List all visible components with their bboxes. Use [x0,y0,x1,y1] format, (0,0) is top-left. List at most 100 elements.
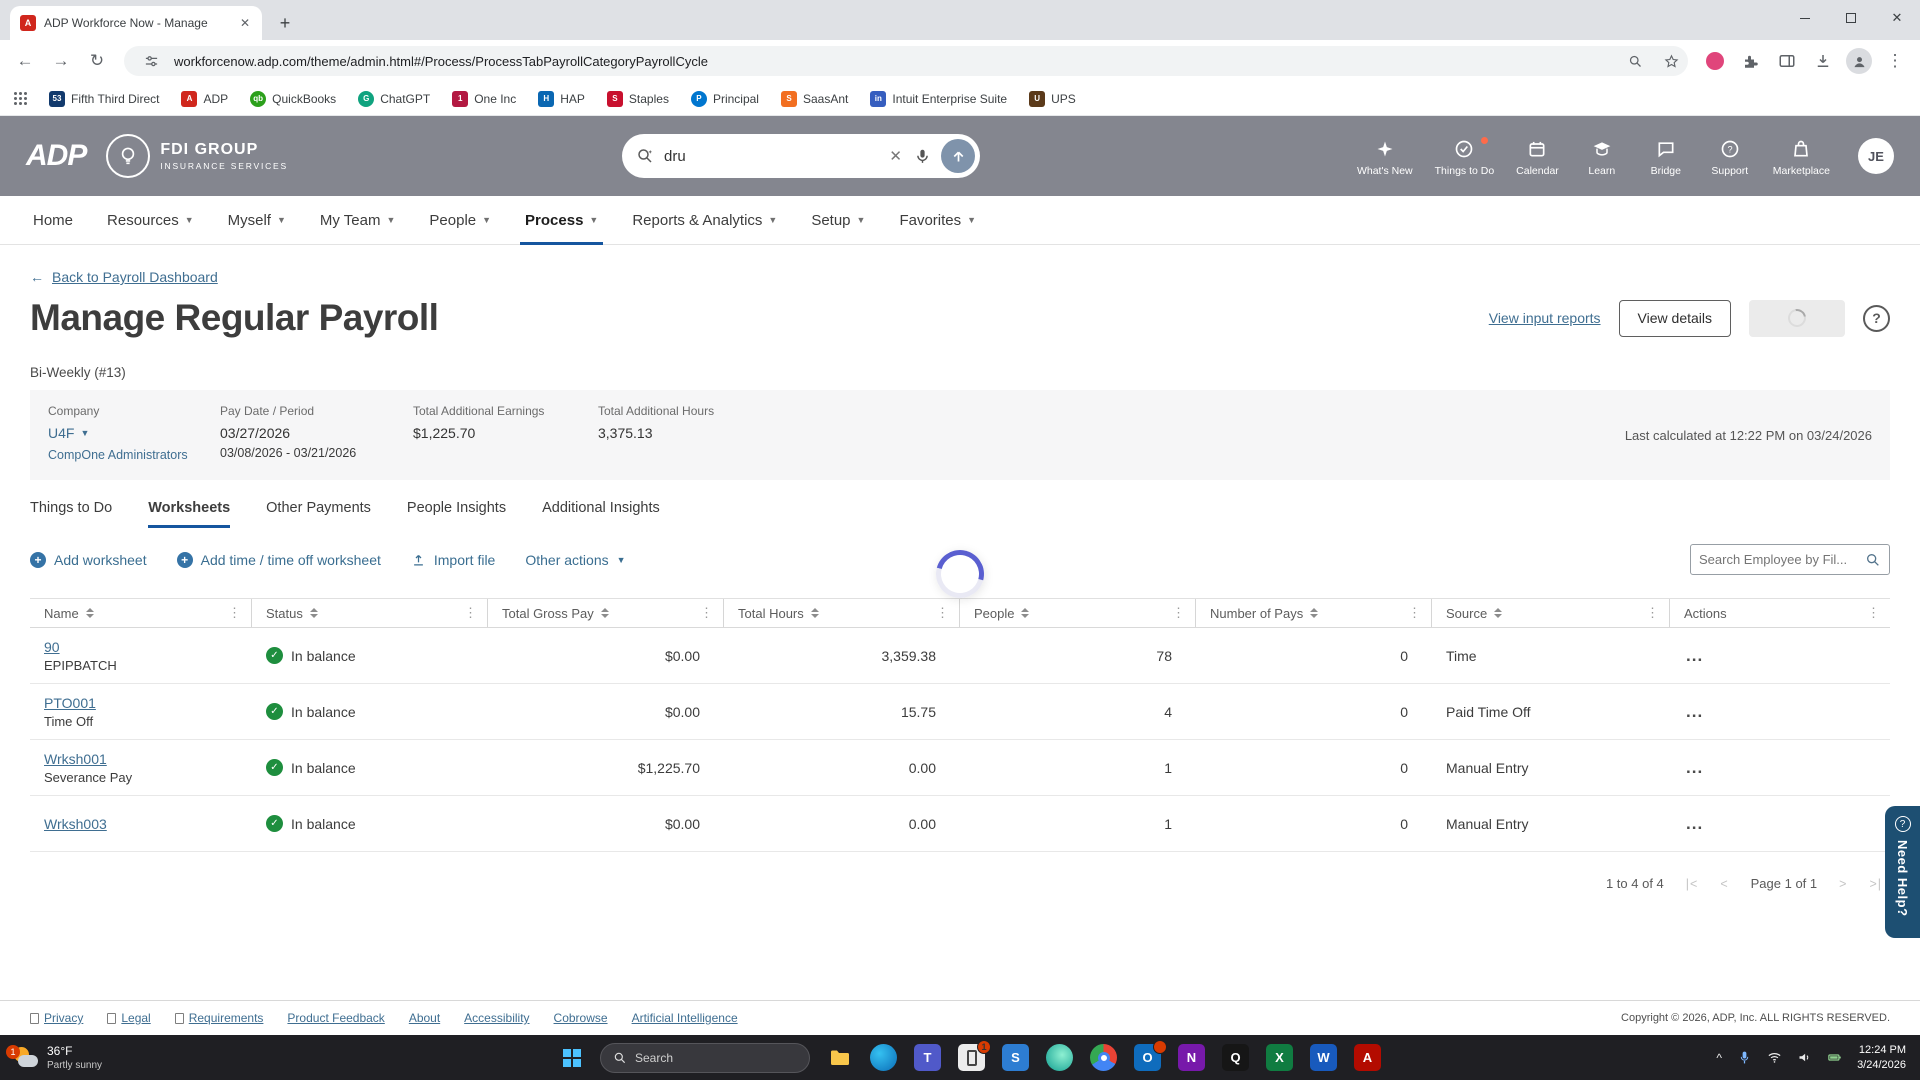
maximize-button[interactable] [1828,0,1874,36]
clear-search-icon[interactable]: ✕ [887,147,904,165]
column-menu-icon[interactable]: ⋮ [1857,605,1890,621]
side-panel-icon[interactable] [1770,44,1804,78]
add-time-worksheet-button[interactable]: + Add time / time off worksheet [176,552,381,568]
tab-other-payments[interactable]: Other Payments [266,500,371,528]
column-menu-icon[interactable]: ⋮ [1636,605,1669,621]
tab-things-to-do[interactable]: Things to Do [30,500,112,528]
nav-people[interactable]: People ▼ [412,196,508,244]
whats-new-button[interactable]: What's New [1357,136,1413,177]
footer-link-legal[interactable]: Legal [107,1011,151,1025]
sort-icon[interactable] [600,608,609,618]
worksheet-link[interactable]: PTO001 [44,695,96,711]
bookmark-fifth-third[interactable]: 53 Fifth Third Direct [49,90,159,107]
sort-icon[interactable] [810,608,819,618]
first-page-icon[interactable]: |< [1686,877,1699,891]
sort-icon[interactable] [1494,608,1503,618]
lens-icon[interactable] [1622,48,1648,74]
bookmark-chatgpt[interactable]: G ChatGPT [358,90,430,107]
column-header-total-gross-pay[interactable]: Total Gross Pay ⋮ [488,599,724,627]
tab-close-icon[interactable]: ✕ [238,14,252,32]
company-select[interactable]: U4F ▼ [48,425,220,441]
nav-my-team[interactable]: My Team ▼ [303,196,413,244]
taskbar-app-chrome[interactable] [1090,1044,1117,1071]
taskbar-app-q[interactable]: Q [1222,1044,1249,1071]
profile-avatar[interactable] [1842,44,1876,78]
column-header-number-of-pays[interactable]: Number of Pays ⋮ [1196,599,1432,627]
apps-grid-icon[interactable] [14,92,27,105]
tab-people-insights[interactable]: People Insights [407,500,506,528]
bookmark-quickbooks[interactable]: qb QuickBooks [250,90,336,107]
browser-tab[interactable]: A ADP Workforce Now - Manage ✕ [10,6,262,40]
things-to-do-button[interactable]: Things to Do [1435,135,1494,177]
sort-icon[interactable] [85,608,94,618]
employee-search-box[interactable] [1690,544,1890,575]
back-to-payroll-dashboard-link[interactable]: ← Back to Payroll Dashboard [30,269,218,285]
sort-icon[interactable] [1021,608,1030,618]
bookmark-hap[interactable]: H HAP [538,90,585,107]
import-file-button[interactable]: Import file [411,552,495,568]
column-menu-icon[interactable]: ⋮ [926,605,959,621]
bookmark-adp[interactable]: A ADP [181,90,228,107]
need-help-tab[interactable]: ? Need Help? [1885,806,1920,938]
taskbar-app-onenote[interactable]: N [1178,1044,1205,1071]
column-menu-icon[interactable]: ⋮ [218,605,251,621]
footer-link-cobrowse[interactable]: Cobrowse [554,1011,608,1025]
taskbar-clock[interactable]: 12:24 PM 3/24/2026 [1857,1043,1906,1073]
column-menu-icon[interactable]: ⋮ [1162,605,1195,621]
other-actions-menu[interactable]: Other actions ▼ [525,552,625,568]
row-actions-ellipsis-icon[interactable]: ... [1670,684,1890,739]
last-page-icon[interactable]: >| [1869,877,1882,891]
help-icon[interactable]: ? [1863,304,1890,332]
global-search-input[interactable] [664,147,878,165]
view-input-reports-link[interactable]: View input reports [1489,310,1601,326]
back-icon[interactable]: ← [8,44,42,78]
worksheet-link[interactable]: Wrksh001 [44,751,107,767]
taskbar-app-meet[interactable] [1046,1044,1073,1071]
column-menu-icon[interactable]: ⋮ [1398,605,1431,621]
browser-menu-icon[interactable]: ⋮ [1878,44,1912,78]
marketplace-button[interactable]: Marketplace [1773,136,1830,177]
column-header-people[interactable]: People ⋮ [960,599,1196,627]
footer-link-requirements[interactable]: Requirements [174,1011,263,1025]
bookmark-intuit[interactable]: in Intuit Enterprise Suite [870,90,1007,107]
taskbar-app-edge[interactable] [870,1044,897,1071]
search-submit-button[interactable] [941,139,975,173]
row-actions-ellipsis-icon[interactable]: ... [1670,628,1890,683]
weather-widget[interactable]: 1 36°F Partly sunny [0,1044,152,1071]
add-worksheet-button[interactable]: + Add worksheet [30,552,147,568]
minimize-button[interactable] [1782,0,1828,36]
taskbar-app-blue[interactable]: S [1002,1044,1029,1071]
company-admin-link[interactable]: CompOne Administrators [48,448,220,462]
footer-link-accessibility[interactable]: Accessibility [464,1011,529,1025]
microphone-icon[interactable] [914,148,931,165]
adp-logo[interactable]: ADP [26,139,87,173]
taskbar-app-excel[interactable]: X [1266,1044,1293,1071]
url-bar[interactable]: workforcenow.adp.com/theme/admin.html#/P… [124,46,1688,76]
sort-icon[interactable] [1310,608,1319,618]
bookmark-principal[interactable]: P Principal [690,90,759,107]
refresh-icon[interactable]: ↻ [80,44,114,78]
battery-icon[interactable] [1827,1050,1842,1065]
global-search[interactable]: ✕ [622,134,980,178]
next-page-icon[interactable]: > [1839,877,1847,891]
footer-link-artificial-intelligence[interactable]: Artificial Intelligence [632,1011,738,1025]
support-button[interactable]: ? Support [1709,136,1751,177]
bridge-button[interactable]: Bridge [1645,136,1687,177]
forward-icon[interactable]: → [44,44,78,78]
taskbar-app-file-explorer[interactable] [826,1044,853,1071]
footer-link-about[interactable]: About [409,1011,440,1025]
learn-button[interactable]: Learn [1581,136,1623,177]
new-tab-button[interactable]: + [272,10,298,36]
column-menu-icon[interactable]: ⋮ [454,605,487,621]
taskbar-app-word[interactable]: W [1310,1044,1337,1071]
nav-home[interactable]: Home [16,196,90,244]
taskbar-app-phone-link[interactable]: 1 [958,1040,991,1071]
row-actions-ellipsis-icon[interactable]: ... [1670,740,1890,795]
bookmark-staples[interactable]: S Staples [606,90,669,107]
bookmark-ups[interactable]: U UPS [1029,90,1076,107]
nav-myself[interactable]: Myself ▼ [211,196,303,244]
column-header-name[interactable]: Name ⋮ [30,599,252,627]
row-actions-ellipsis-icon[interactable]: ... [1670,796,1890,851]
worksheet-link[interactable]: Wrksh003 [44,816,107,832]
nav-favorites[interactable]: Favorites ▼ [882,196,993,244]
